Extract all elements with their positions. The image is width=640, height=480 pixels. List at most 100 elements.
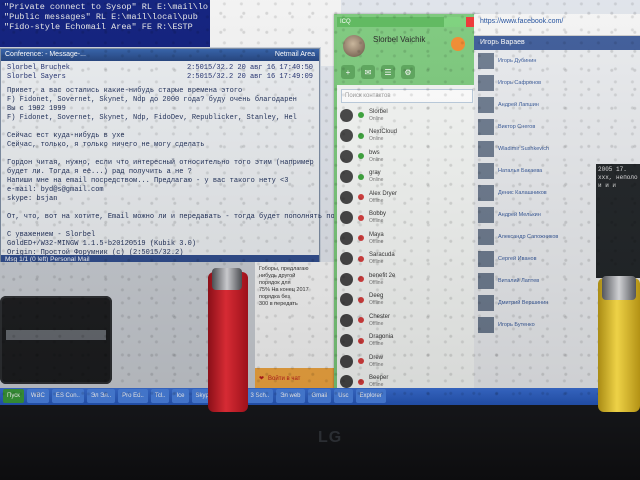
forum-line: порядка без [259, 294, 290, 300]
contact-text: Beeper Offline [369, 375, 388, 388]
message-line: GoldED+/W32-MINGW 1.1.5-b20120519 (Kubik… [7, 240, 197, 248]
friend-name: Андрей Лапшин [498, 101, 539, 108]
mail-icon[interactable]: ✉ [361, 65, 375, 79]
contact-status: Offline [369, 341, 384, 348]
user-name[interactable]: Slorbel Vaichik [373, 35, 425, 44]
taskbar-button[interactable]: ES Con.. [51, 389, 84, 403]
messenger-app-label: ICQ [340, 19, 351, 25]
contact-item[interactable]: NextCloud Online [340, 126, 474, 147]
taskbar-button[interactable]: Explorer [355, 389, 386, 403]
contact-text: bws Online [369, 150, 383, 163]
contact-name: Alex Dryer [369, 190, 398, 197]
messenger-titlebar[interactable]: ICQ [337, 17, 477, 27]
taskbar-button[interactable]: 3 Sch.. [246, 389, 274, 403]
forum-window[interactable]: Гоборы, предлагаю нибудь другой порядок … [255, 262, 345, 390]
contact-item[interactable]: Chester Offline [340, 310, 474, 331]
message-reader-window[interactable]: Conference: - Message-... Netmail Area S… [0, 48, 368, 265]
contact-item[interactable]: bws Online [340, 146, 474, 167]
contact-search-input[interactable]: Поиск контактов [341, 89, 473, 103]
friend-item[interactable]: Виктор Снегов [474, 116, 640, 138]
contact-item[interactable]: Slorbel Online [340, 105, 474, 126]
contact-avatar [340, 190, 353, 204]
forum-line: порядок для [259, 280, 291, 286]
taskbar-button[interactable]: Эл Эл.. [86, 389, 116, 403]
settings-icon[interactable]: ⚙ [401, 65, 415, 79]
contact-name: Bobby [369, 211, 387, 218]
friend-item[interactable]: Wladimir Sushkevich [474, 138, 640, 160]
chat-icon[interactable]: ☰ [381, 65, 395, 79]
taskbar-button[interactable]: Ice [172, 389, 189, 403]
contact-item[interactable]: Saracuda Offline [340, 249, 474, 270]
friend-item[interactable]: Игорь Дубинин [474, 50, 640, 72]
contact-avatar [340, 293, 353, 307]
terminal-window: 2005 17. ххх, неполо и и и [596, 164, 640, 278]
contact-text: Drew Offline [369, 355, 383, 368]
reader-titlebar[interactable]: Conference: - Message-... Netmail Area [1, 49, 319, 61]
minimize-icon[interactable] [444, 17, 455, 27]
contact-status: Offline [369, 197, 384, 204]
message-line: skype: bsjan [7, 195, 58, 203]
taskbar-button[interactable]: Gmail [307, 389, 332, 403]
contact-text: Slorbel Online [369, 109, 388, 122]
contact-item[interactable]: Deeg Offline [340, 290, 474, 311]
forum-line: 300 в передать [259, 301, 298, 307]
avatar[interactable] [343, 35, 365, 57]
friend-item[interactable]: Андрей Лапшин [474, 94, 640, 116]
friend-name: Денис Калашников [498, 189, 547, 196]
start-button[interactable]: Пуск [3, 389, 24, 403]
contact-avatar [340, 313, 353, 327]
taskbar-button[interactable]: Tcl.. [150, 389, 170, 403]
friend-name: Виктор Снегов [498, 123, 536, 130]
photo: "Private connect to Sysop" RL E:\mail\lo… [0, 0, 640, 480]
messenger-window[interactable]: ICQ Slorbel Vaichik + ✉ ☰ ⚙ Поиск контак… [334, 14, 480, 400]
presence-icon [358, 296, 364, 303]
contact-item[interactable]: gray Online [340, 167, 474, 188]
presence-icon [358, 153, 364, 160]
message-line: Гордон читая, нужно, если что интересный… [7, 159, 314, 167]
maximize-icon[interactable] [455, 17, 466, 27]
contact-name: benefit 2e [369, 272, 396, 279]
message-line [7, 123, 313, 132]
address-bar[interactable]: https://www.facebook.com/ [474, 14, 640, 36]
friend-name: Наталья Бакаева [498, 167, 543, 174]
contact-name: Saracuda [369, 252, 395, 259]
taskbar-button[interactable]: Usc [334, 389, 353, 403]
contact-status: Online [369, 177, 384, 184]
profile-panel: Slorbel Vaichik + ✉ ☰ ⚙ [337, 27, 477, 85]
contact-item[interactable]: Bobby Offline [340, 208, 474, 229]
profile-photo [478, 141, 494, 157]
friend-item[interactable]: Игорь Сафронов [474, 72, 640, 94]
contact-avatar [340, 149, 353, 163]
heart-icon: ❤ [259, 375, 265, 382]
chat-login-button[interactable]: ❤ Войти в чат [255, 368, 345, 390]
console-line: "Private connect to Sysop" RL E:\mail\lo [4, 2, 209, 12]
friend-name: Виталий Лаптев [498, 277, 540, 284]
taskbar-button[interactable]: Pro Ed.. [118, 389, 148, 403]
contact-text: Saracuda Offline [369, 252, 395, 265]
monitor-bezel: LG [0, 405, 640, 480]
add-contact-icon[interactable]: + [341, 65, 355, 79]
message-header: Slorbel Bruchek 2:5015/32.2 20 авг 16 17… [1, 61, 319, 85]
contact-avatar [340, 334, 353, 348]
contact-item[interactable]: benefit 2e Offline [340, 269, 474, 290]
message-body: Привет, а вас остались какие-нибудь стар… [1, 85, 368, 260]
message-line: С уважением - Slorbel [7, 231, 96, 239]
presence-icon [358, 214, 364, 221]
taskbar-button[interactable]: Эл web [276, 389, 305, 403]
contact-item[interactable]: Alex Dryer Offline [340, 187, 474, 208]
taskbar-button[interactable]: WBC [26, 389, 49, 403]
contact-item[interactable]: Maya Offline [340, 228, 474, 249]
contact-item[interactable]: Dragonia Offline [340, 331, 474, 352]
contact-text: Alex Dryer Offline [369, 191, 397, 204]
card-reader [0, 296, 112, 384]
friend-name: Игорь Сафронов [498, 79, 542, 86]
header-from: Slorbel Bruchek [7, 64, 71, 72]
profile-photo [478, 185, 494, 201]
message-line: Привет, а вас остались какие-нибудь стар… [7, 87, 243, 95]
contact-avatar [340, 211, 353, 225]
friend-name: Сергей Иванов [498, 255, 537, 262]
status-icon[interactable] [451, 37, 465, 51]
contact-item[interactable]: Drew Offline [340, 351, 474, 372]
contact-text: NextCloud Online [369, 129, 397, 142]
profile-photo [478, 163, 494, 179]
